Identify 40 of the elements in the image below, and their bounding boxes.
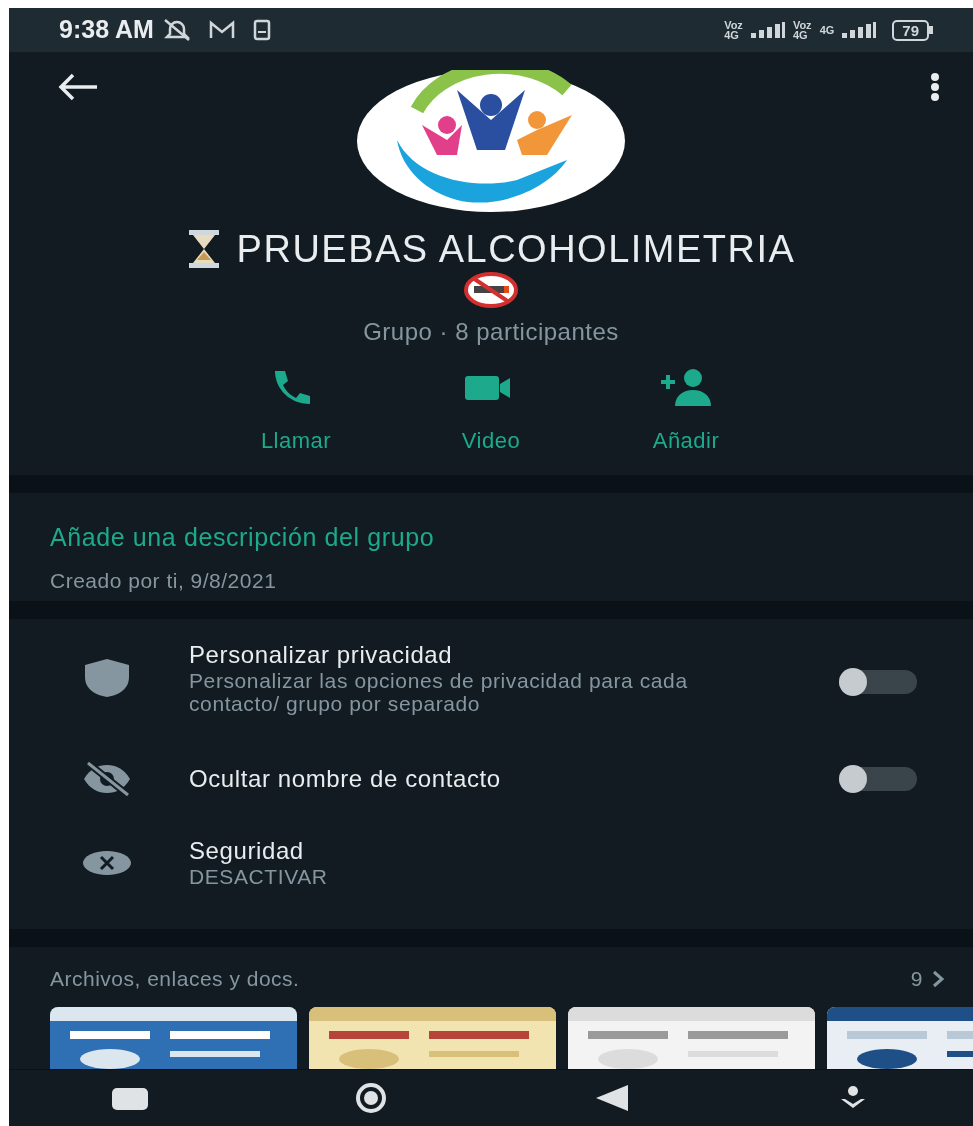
action-button[interactable]: Llamar [233, 368, 359, 457]
setting-title: Personalizar privacidad [189, 641, 454, 669]
toggle-switch[interactable] [839, 767, 917, 791]
battery-indicator: 79 [892, 19, 929, 41]
mail-icon [207, 19, 236, 41]
close-icon [82, 849, 132, 876]
toggle-switch[interactable] [839, 670, 917, 694]
signal-icon [750, 22, 785, 38]
back-button[interactable] [57, 72, 99, 102]
action-button[interactable]: Video [428, 368, 554, 457]
network-label: Voz 4G [724, 20, 743, 40]
network-label: 4G [819, 25, 835, 35]
phone-icon [251, 18, 272, 42]
created-text: Creado por ti, 9/8/2021 [50, 567, 278, 594]
setting-row[interactable]: Ocultar nombre de contacto [9, 761, 973, 797]
group-name: PRUEBAS ALCOHOLIMETRIA [236, 227, 796, 272]
chevron-right-icon [931, 968, 945, 989]
clock-text: 9:38 AM [59, 14, 154, 46]
hidden-eye-icon [82, 761, 132, 797]
section-title: Archivos, enlaces y docs. [50, 966, 300, 992]
no-smoking-icon [464, 272, 518, 308]
hourglass-icon [186, 230, 221, 268]
setting-title: Seguridad [189, 837, 305, 865]
battery-tip-icon [929, 26, 933, 34]
signal-icon [842, 22, 877, 38]
shield-icon [82, 659, 132, 697]
setting-row[interactable]: Seguridad DESACTIVAR [9, 837, 973, 888]
back-arrow-icon [57, 72, 99, 102]
setting-subtitle: DESACTIVAR [189, 865, 329, 888]
setting-title: Ocultar nombre de contacto [189, 765, 502, 793]
group-subtitle: Grupo · 8 participantes [363, 317, 619, 347]
setting-row[interactable]: Personalizar privacidad Personalizar las opciones de privacidad para cada contacto/ grupo por separado [9, 641, 973, 715]
add-description-link[interactable]: Añade una descripción del grupo [50, 519, 932, 557]
setting-subtitle: Personalizar las opciones de privacidad para cada contacto/ grupo por separado [189, 669, 689, 715]
menu-button[interactable] [929, 72, 941, 102]
network-label: Voz 4G [792, 20, 812, 40]
more-icon [929, 72, 941, 102]
see-all-button[interactable]: 9 [910, 963, 945, 995]
add-person-icon [659, 368, 713, 408]
action-button[interactable]: Añadir [623, 368, 749, 457]
